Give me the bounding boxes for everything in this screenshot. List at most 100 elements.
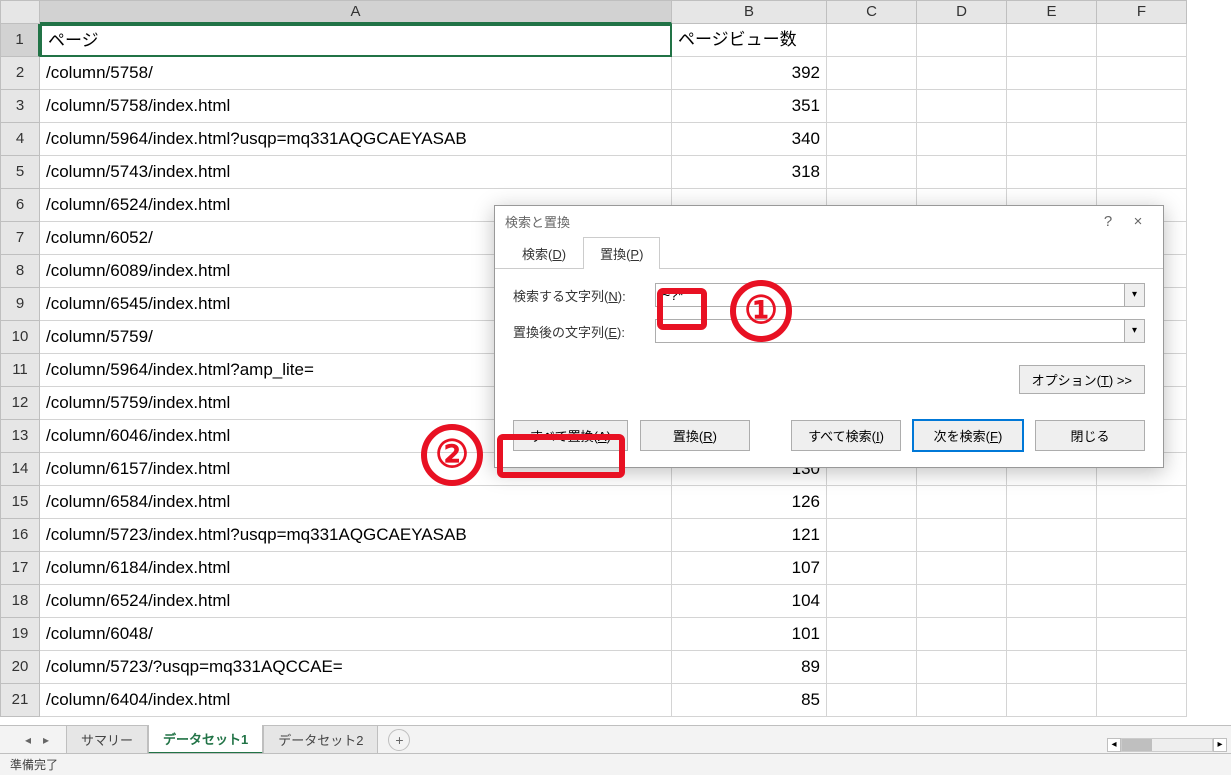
cell[interactable] (1097, 123, 1187, 156)
replace-dropdown-icon[interactable]: ▾ (1124, 320, 1144, 342)
col-header-D[interactable]: D (917, 0, 1007, 24)
sheet-tab-1[interactable]: データセット1 (148, 725, 263, 754)
cell[interactable] (917, 618, 1007, 651)
cell[interactable] (917, 585, 1007, 618)
replace-all-button[interactable]: すべて置換(A) (513, 420, 628, 451)
cell[interactable]: 101 (672, 618, 827, 651)
tab-prev-icon[interactable]: ◂ (20, 733, 36, 747)
cell[interactable]: /column/5758/index.html (40, 90, 672, 123)
cell[interactable]: 107 (672, 552, 827, 585)
tab-next-icon[interactable]: ▸ (38, 733, 54, 747)
cell[interactable] (1097, 519, 1187, 552)
cell[interactable] (1097, 684, 1187, 717)
row-header[interactable]: 8 (0, 255, 40, 288)
scroll-left-icon[interactable]: ◂ (1107, 738, 1121, 752)
cell[interactable] (1007, 651, 1097, 684)
cell[interactable] (827, 156, 917, 189)
cell[interactable]: ページビュー数 (672, 24, 827, 57)
cell[interactable]: 89 (672, 651, 827, 684)
cell[interactable] (1007, 123, 1097, 156)
cell[interactable]: /column/5723/index.html?usqp=mq331AQGCAE… (40, 519, 672, 552)
cell[interactable] (1007, 57, 1097, 90)
cell[interactable]: /column/5964/index.html?usqp=mq331AQGCAE… (40, 123, 672, 156)
cell[interactable] (827, 552, 917, 585)
cell[interactable] (1097, 90, 1187, 123)
scroll-thumb[interactable] (1122, 739, 1152, 751)
cell[interactable] (917, 651, 1007, 684)
cell[interactable] (1097, 618, 1187, 651)
cell[interactable] (1097, 486, 1187, 519)
cell[interactable] (1007, 618, 1097, 651)
cell[interactable] (827, 486, 917, 519)
row-header[interactable]: 13 (0, 420, 40, 453)
col-header-A[interactable]: A (40, 0, 672, 24)
cell[interactable] (827, 585, 917, 618)
row-header[interactable]: 17 (0, 552, 40, 585)
cell[interactable]: /column/5743/index.html (40, 156, 672, 189)
row-header[interactable]: 19 (0, 618, 40, 651)
cell[interactable] (827, 24, 917, 57)
cell[interactable]: /column/5758/ (40, 57, 672, 90)
row-header[interactable]: 3 (0, 90, 40, 123)
cell[interactable] (827, 618, 917, 651)
cell[interactable] (917, 24, 1007, 57)
find-input[interactable] (656, 284, 1124, 306)
h-scrollbar[interactable]: ◂ ▸ (1107, 737, 1227, 753)
find-all-button[interactable]: すべて検索(I) (791, 420, 901, 451)
row-header[interactable]: 10 (0, 321, 40, 354)
cell[interactable]: /column/6524/index.html (40, 585, 672, 618)
cell[interactable]: /column/6048/ (40, 618, 672, 651)
cell[interactable] (1007, 684, 1097, 717)
find-dropdown-icon[interactable]: ▾ (1124, 284, 1144, 306)
cell[interactable] (917, 552, 1007, 585)
cell[interactable] (917, 123, 1007, 156)
find-next-button[interactable]: 次を検索(F) (913, 420, 1023, 451)
cell[interactable]: ページ (40, 24, 672, 57)
row-header[interactable]: 5 (0, 156, 40, 189)
cell[interactable]: /column/6404/index.html (40, 684, 672, 717)
row-header[interactable]: 15 (0, 486, 40, 519)
row-header[interactable]: 11 (0, 354, 40, 387)
cell[interactable] (1097, 24, 1187, 57)
add-sheet-icon[interactable]: + (388, 729, 410, 751)
col-header-B[interactable]: B (672, 0, 827, 24)
cell[interactable]: /column/6584/index.html (40, 486, 672, 519)
cell[interactable] (1007, 585, 1097, 618)
cell[interactable] (1007, 486, 1097, 519)
col-header-E[interactable]: E (1007, 0, 1097, 24)
options-button[interactable]: オプション(T) >> (1019, 365, 1145, 394)
cell[interactable] (827, 519, 917, 552)
cell[interactable] (827, 57, 917, 90)
cell[interactable] (1007, 90, 1097, 123)
cell[interactable]: 351 (672, 90, 827, 123)
cell[interactable] (1007, 552, 1097, 585)
cell[interactable] (917, 684, 1007, 717)
cell[interactable] (1097, 156, 1187, 189)
cell[interactable]: /column/5723/?usqp=mq331AQCCAE= (40, 651, 672, 684)
close-icon[interactable]: × (1123, 213, 1153, 230)
cell[interactable]: 340 (672, 123, 827, 156)
cell[interactable] (827, 123, 917, 156)
dialog-title-bar[interactable]: 検索と置換 ? × (495, 206, 1163, 237)
col-header-C[interactable]: C (827, 0, 917, 24)
row-header[interactable]: 16 (0, 519, 40, 552)
cell[interactable]: 392 (672, 57, 827, 90)
sheet-tab-0[interactable]: サマリー (66, 726, 148, 754)
cell[interactable] (827, 90, 917, 123)
scroll-track[interactable] (1121, 738, 1213, 752)
row-header[interactable]: 7 (0, 222, 40, 255)
tab-find[interactable]: 検索(D) (505, 237, 583, 269)
row-header[interactable]: 18 (0, 585, 40, 618)
cell[interactable] (827, 651, 917, 684)
cell[interactable] (917, 57, 1007, 90)
scroll-right-icon[interactable]: ▸ (1213, 738, 1227, 752)
row-header[interactable]: 4 (0, 123, 40, 156)
cell[interactable]: 318 (672, 156, 827, 189)
col-header-F[interactable]: F (1097, 0, 1187, 24)
row-header[interactable]: 14 (0, 453, 40, 486)
row-header[interactable]: 20 (0, 651, 40, 684)
cell[interactable] (917, 519, 1007, 552)
replace-button[interactable]: 置換(R) (640, 420, 750, 451)
cell[interactable] (827, 684, 917, 717)
cell[interactable] (1007, 519, 1097, 552)
